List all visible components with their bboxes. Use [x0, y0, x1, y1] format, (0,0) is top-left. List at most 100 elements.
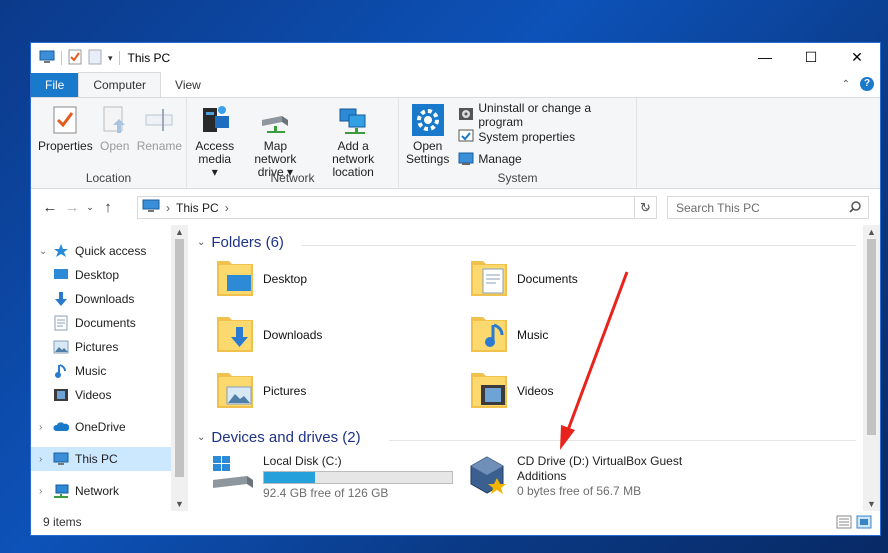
drive-cd-d[interactable]: CD Drive (D:) VirtualBox Guest Additions… — [465, 454, 682, 501]
back-button[interactable]: ← — [39, 199, 61, 216]
drive-usage-bar — [263, 471, 453, 484]
uninstall-icon — [458, 106, 474, 125]
nav-label: Quick access — [75, 244, 147, 258]
expander-icon[interactable]: › — [39, 422, 53, 433]
expander-icon[interactable]: › — [39, 454, 53, 465]
tab-file[interactable]: File — [31, 73, 79, 97]
nav-label: Videos — [75, 388, 112, 402]
collapse-chevron-icon[interactable]: ⌄ — [197, 432, 205, 443]
refresh-button[interactable]: ↻ — [634, 196, 656, 219]
manage-label: Manage — [478, 152, 522, 166]
uninstall-program-button[interactable]: Uninstall or change a program — [458, 101, 632, 129]
breadcrumb-separator-icon[interactable]: › — [225, 201, 229, 215]
nav-item-onedrive[interactable]: › OneDrive — [31, 415, 188, 439]
folder-music[interactable]: Music — [469, 311, 548, 358]
system-properties-button[interactable]: System properties — [458, 128, 632, 146]
folder-desktop[interactable]: Desktop — [215, 255, 307, 302]
music-icon — [53, 363, 69, 379]
expander-icon[interactable]: › — [39, 486, 53, 497]
nav-label: Documents — [75, 316, 136, 330]
new-folder-qat-icon[interactable] — [88, 49, 102, 68]
star-icon — [53, 243, 69, 259]
open-settings-label: Open Settings — [406, 139, 450, 166]
open-label: Open — [100, 139, 130, 153]
collapse-chevron-icon[interactable]: ⌄ — [197, 237, 205, 248]
collapse-ribbon-icon[interactable]: ⌃ — [842, 79, 850, 90]
manage-button[interactable]: Manage — [458, 150, 632, 168]
nav-item-documents[interactable]: Documents 📌 — [31, 311, 188, 335]
nav-item-network[interactable]: › Network — [31, 479, 188, 503]
drive-name: Local Disk (C:) — [263, 454, 342, 468]
nav-item-pictures[interactable]: Pictures 📌 — [31, 335, 188, 359]
nav-scroll-thumb[interactable] — [175, 239, 184, 477]
minimize-button[interactable]: — — [742, 43, 788, 71]
tab-view[interactable]: View — [161, 73, 215, 97]
drive-free-space: 92.4 GB free of 126 GB — [263, 486, 389, 500]
system-properties-icon — [458, 128, 474, 147]
properties-qat-icon[interactable] — [68, 49, 82, 68]
folder-documents[interactable]: Documents — [469, 255, 578, 302]
folder-label: Desktop — [263, 271, 308, 286]
help-icon[interactable]: ? — [860, 77, 874, 91]
gear-icon — [411, 104, 444, 136]
drive-text: Local Disk (C:) 92.4 GB free of 126 GB — [263, 454, 453, 501]
nav-item-music[interactable]: Music — [31, 359, 188, 383]
nav-pane-scrollbar[interactable]: ▲ ▼ — [171, 225, 188, 511]
nav-item-downloads[interactable]: Downloads 📌 — [31, 287, 188, 311]
group-label-location: Location — [85, 171, 132, 185]
open-icon — [99, 104, 131, 136]
details-view-icon[interactable] — [836, 515, 852, 532]
up-button[interactable]: ↑ — [97, 199, 119, 216]
maximize-button[interactable]: ☐ — [788, 43, 834, 71]
drive-name-line2: Additions — [517, 469, 567, 483]
content-scroll-thumb[interactable] — [867, 239, 876, 435]
local-disk-icon — [211, 454, 255, 501]
drive-local-disk-c[interactable]: Local Disk (C:) 92.4 GB free of 126 GB — [211, 454, 453, 501]
search-input[interactable]: Search This PC — [667, 196, 869, 219]
folders-header-label: Folders (6) — [211, 234, 284, 251]
address-bar[interactable]: › This PC › ⌄ — [137, 196, 657, 219]
nav-item-desktop[interactable]: Desktop 📌 — [31, 263, 188, 287]
nav-label: Network — [75, 484, 120, 498]
nav-item-quick-access[interactable]: ⌄ Quick access — [31, 239, 188, 263]
folder-label: Videos — [517, 383, 554, 398]
downloads-icon — [53, 291, 69, 307]
content-scrollbar[interactable]: ▲ ▼ — [863, 225, 880, 511]
nav-item-videos[interactable]: Videos — [31, 383, 188, 407]
network-location-icon — [337, 104, 369, 136]
forward-button[interactable]: → — [61, 199, 83, 216]
nav-item-this-pc[interactable]: › This PC — [31, 447, 188, 471]
section-divider — [389, 440, 856, 441]
scroll-down-icon[interactable]: ▼ — [863, 499, 880, 509]
group-label-network: Network — [270, 171, 315, 185]
uninstall-label: Uninstall or change a program — [478, 101, 592, 129]
folders-section-header[interactable]: ⌄ Folders (6) — [197, 234, 284, 251]
expander-icon[interactable]: ⌄ — [39, 246, 53, 257]
close-button[interactable]: ✕ — [834, 43, 880, 71]
large-icons-view-icon[interactable] — [856, 515, 872, 532]
view-toggles — [836, 515, 872, 532]
folder-downloads[interactable]: Downloads — [215, 311, 322, 358]
drives-section-header[interactable]: ⌄ Devices and drives (2) — [197, 429, 361, 446]
group-system: Open Settings Uninstall or change a progr… — [399, 98, 637, 188]
folder-label: Downloads — [263, 327, 323, 342]
tab-computer[interactable]: Computer — [78, 72, 162, 97]
scroll-up-icon[interactable]: ▲ — [171, 227, 188, 237]
scroll-down-icon[interactable]: ▼ — [171, 499, 188, 509]
system-properties-label: System properties — [478, 130, 576, 144]
drives-header-label: Devices and drives (2) — [211, 429, 361, 446]
nav-label: Desktop — [75, 268, 120, 282]
folder-videos[interactable]: Videos — [469, 367, 553, 414]
this-pc-address-icon — [142, 199, 160, 216]
ribbon: Properties Open Rename Location Access m… — [31, 97, 880, 189]
qat-dropdown-icon[interactable]: ▾ — [108, 53, 113, 64]
breadcrumb-separator-icon[interactable]: › — [166, 201, 170, 215]
recent-locations-button[interactable]: ⌄ — [83, 202, 97, 213]
scroll-up-icon[interactable]: ▲ — [863, 227, 880, 237]
breadcrumb-this-pc[interactable]: This PC — [176, 201, 219, 215]
ribbon-right-controls: ⌃ ? — [842, 77, 874, 91]
access-media-icon — [199, 104, 231, 136]
folder-pictures[interactable]: Pictures — [215, 367, 306, 414]
desktop-icon — [53, 267, 69, 283]
group-location: Properties Open Rename Location — [31, 98, 187, 188]
